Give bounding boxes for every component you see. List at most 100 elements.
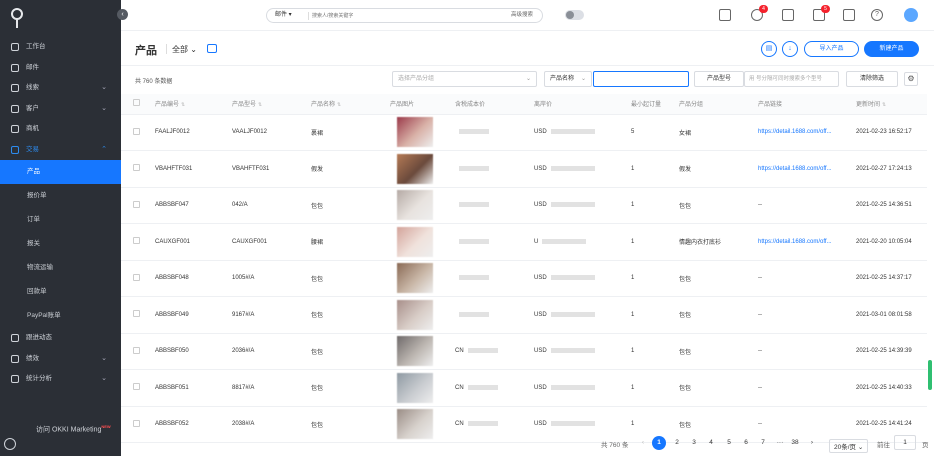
chart-icon[interactable]: ▤ xyxy=(761,41,777,57)
advanced-search-button[interactable]: 高级搜索 xyxy=(511,9,533,22)
next-page-icon[interactable]: › xyxy=(805,436,819,450)
sidebar-subitem-logistics[interactable]: 物流运输 xyxy=(0,256,121,280)
table-row[interactable]: CAUXGF001 CAUXGF001 腰裙 U 1 情趣内衣打底衫 https://det… xyxy=(121,223,927,261)
row-checkbox[interactable] xyxy=(121,187,155,224)
search-type-select[interactable]: 邮件 ▾ xyxy=(275,9,292,22)
column-header: 产品链接 xyxy=(758,94,856,115)
theme-toggle[interactable] xyxy=(565,10,584,20)
product-image-cell xyxy=(390,150,455,188)
row-checkbox[interactable] xyxy=(121,260,155,297)
download-icon[interactable]: ↓ xyxy=(782,41,798,57)
sort-icon[interactable]: ⇅ xyxy=(258,102,262,108)
view-select[interactable]: 全部 ⌄ xyxy=(172,44,197,55)
column-header[interactable]: 产品编号 ⇅ xyxy=(155,94,232,115)
product-image[interactable] xyxy=(397,190,433,221)
table-row[interactable]: ABBSBF050 2036#/A 包包 CN USD 1 包包 -- 2021-02-25 1… xyxy=(121,333,927,370)
row-checkbox[interactable] xyxy=(121,223,155,261)
row-checkbox[interactable] xyxy=(121,333,155,370)
sidebar-item-opportunities[interactable]: 商机 xyxy=(0,119,121,140)
sidebar-subitem-orders[interactable]: 订单 xyxy=(0,208,121,232)
sidebar-item-deals[interactable]: 交易 ⌃ xyxy=(0,140,121,161)
column-header[interactable]: 更新时间 ⇅ xyxy=(856,94,927,115)
product-image[interactable] xyxy=(397,263,433,294)
product-link[interactable]: https://detail.1688.com/off... xyxy=(758,114,856,151)
sidebar-item-follow-up[interactable]: 跟进动态 xyxy=(0,328,121,349)
clock-icon[interactable]: 4 xyxy=(751,5,768,21)
goto-page-input[interactable]: 1 xyxy=(894,435,916,450)
sidebar-subitem-quotes[interactable]: 报价单 xyxy=(0,184,121,208)
product-model: VAALJF0012 xyxy=(232,114,311,151)
page-number[interactable]: 3 xyxy=(687,436,701,450)
product-image[interactable] xyxy=(397,372,433,403)
category-select[interactable]: 选择产品分组 ⌄ xyxy=(392,71,537,87)
gear-icon[interactable]: ⚙ xyxy=(904,72,918,86)
row-checkbox[interactable] xyxy=(121,114,155,151)
sidebar-item-leads[interactable]: 线索 ⌄ xyxy=(0,78,121,99)
redacted-value xyxy=(467,348,498,354)
sidebar-item-analytics[interactable]: 统计分析 ⌄ xyxy=(0,369,121,390)
row-checkbox[interactable] xyxy=(121,369,155,407)
row-checkbox[interactable] xyxy=(121,296,155,334)
table-row[interactable]: VBAHFTF031 VBAHFTF031 假发 USD 1 假发 https://deta… xyxy=(121,150,927,188)
sidebar-subitem-customs[interactable]: 报关 xyxy=(0,232,121,256)
avatar[interactable] xyxy=(904,8,918,22)
sidebar-subitem-products[interactable]: 产品 xyxy=(0,160,121,184)
table-row[interactable]: ABBSBF049 9167#/A 包包 USD 1 包包 -- 2021-03-01 08:… xyxy=(121,296,927,334)
model-input[interactable]: 用 号分隔可同时搜索多个型号 xyxy=(744,71,839,87)
product-image[interactable] xyxy=(397,226,433,257)
product-image[interactable] xyxy=(397,153,433,184)
top-bar: 邮件 ▾ 高级搜索 4 5 ? xyxy=(121,0,934,31)
robot-icon[interactable] xyxy=(207,44,217,53)
sort-icon[interactable]: ⇅ xyxy=(882,102,886,108)
product-link[interactable]: https://detail.1688.com/off... xyxy=(758,150,856,188)
product-image-cell xyxy=(390,260,455,297)
field-select[interactable]: 产品名称 ⌄ xyxy=(544,71,592,87)
sidebar-item-performance[interactable]: 绩效 ⌄ xyxy=(0,349,121,370)
user-menu-icon[interactable] xyxy=(4,438,16,450)
book-icon[interactable] xyxy=(719,9,731,21)
scroll-indicator[interactable] xyxy=(928,360,932,390)
sidebar-subitem-paypal[interactable]: PayPal账单 xyxy=(0,304,121,328)
calendar-icon[interactable] xyxy=(782,9,794,21)
product-group: 包包 xyxy=(679,260,758,297)
sidebar-collapse-icon[interactable]: ‹ xyxy=(117,9,128,20)
bell-icon[interactable]: 5 xyxy=(813,5,830,21)
sidebar-item-customers[interactable]: 客户 ⌄ xyxy=(0,99,121,120)
shield-icon[interactable] xyxy=(843,9,855,21)
sort-icon[interactable]: ⇅ xyxy=(181,102,185,108)
help-icon[interactable]: ? xyxy=(871,9,883,21)
table-row[interactable]: ABBSBF047 042/A 包包 USD 1 包包 -- 2021-02-25 14:36… xyxy=(121,187,927,224)
sidebar-subitem-payments[interactable]: 回款单 xyxy=(0,280,121,304)
import-products-button[interactable]: 导入产品 xyxy=(804,41,859,57)
page-size-select[interactable]: 20条/页 ⌄ xyxy=(829,439,869,453)
page-ellipsis[interactable]: ··· xyxy=(773,436,787,450)
keyword-input[interactable] xyxy=(593,71,689,87)
page-number[interactable]: 5 xyxy=(722,436,736,450)
page-number[interactable]: 2 xyxy=(670,436,684,450)
product-image[interactable] xyxy=(397,299,433,330)
table-row[interactable]: ABBSBF051 8817#/A 包包 CN USD 1 包包 -- 2021-02-25 1… xyxy=(121,369,927,407)
product-link[interactable]: https://detail.1688.com/off... xyxy=(758,223,856,261)
clear-filters-button[interactable]: 清除筛选 xyxy=(846,71,898,87)
chart-icon xyxy=(11,375,19,383)
search-input[interactable] xyxy=(312,10,492,21)
sidebar-item-mail[interactable]: 邮件 xyxy=(0,58,121,79)
product-image[interactable] xyxy=(397,336,433,367)
page-number[interactable]: 1 xyxy=(652,436,666,450)
page-number[interactable]: 38 xyxy=(788,436,802,450)
page-number[interactable]: 7 xyxy=(756,436,770,450)
table-row[interactable]: ABBSBF048 1005#/A 包包 USD 1 包包 -- 2021-02-25 14:… xyxy=(121,260,927,297)
prev-page-icon[interactable]: ‹ xyxy=(636,436,650,450)
page-number[interactable]: 6 xyxy=(739,436,753,450)
product-image[interactable] xyxy=(397,117,433,148)
column-header[interactable]: 产品名称 ⇅ xyxy=(311,94,390,115)
sort-icon[interactable]: ⇅ xyxy=(337,102,341,108)
new-product-button[interactable]: 新建产品 xyxy=(864,41,919,57)
select-all-checkbox[interactable] xyxy=(121,94,155,115)
visit-marketing-link[interactable]: 访问 OKKI MarketingNEW xyxy=(36,424,111,434)
sidebar-item-workbench[interactable]: 工作台 xyxy=(0,37,121,58)
page-number[interactable]: 4 xyxy=(704,436,718,450)
column-header[interactable]: 产品型号 ⇅ xyxy=(232,94,311,115)
row-checkbox[interactable] xyxy=(121,150,155,188)
table-row[interactable]: FAALJF0012 VAALJF0012 裹裙 USD 5 女裙 https://deta… xyxy=(121,114,927,151)
